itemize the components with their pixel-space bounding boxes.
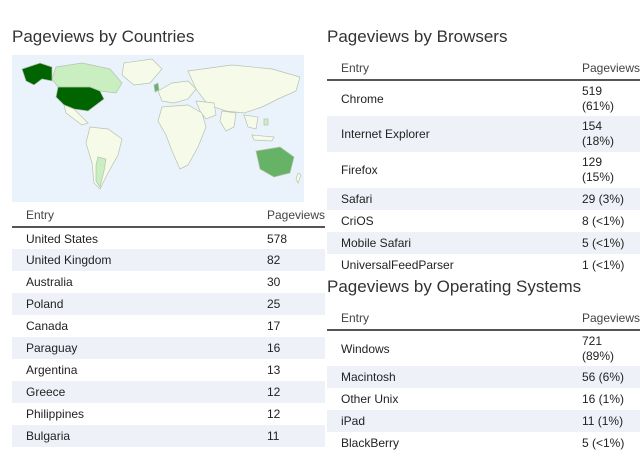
browser-name: UniversalFeedParser <box>327 254 568 276</box>
os-name: Other Unix <box>327 388 568 410</box>
table-row: Australia 30 <box>12 271 325 293</box>
browser-pageviews: 154 <box>581 119 602 133</box>
os-percent: (89%) <box>581 348 614 363</box>
browsers-title: Pageviews by Browsers <box>327 27 508 46</box>
table-row: Paraguay 16 <box>12 337 325 359</box>
table-row: Philippines 12 <box>12 403 325 425</box>
table-row: Mobile Safari 5 (<1%) <box>327 232 640 254</box>
browser-pageviews: 29 (3%) <box>567 188 640 210</box>
os-pageviews: 56 (6%) <box>567 366 640 388</box>
countries-col-pageviews[interactable]: Pageviews <box>252 207 325 228</box>
browser-pageviews: 519 <box>581 83 602 98</box>
table-row: Other Unix 16 (1%) <box>327 388 640 410</box>
browser-pageviews: 129 <box>581 155 602 169</box>
browser-pageviews: 1 (<1%) <box>567 254 640 276</box>
os-name: iPad <box>327 410 568 432</box>
browsers-table: Entry Pageviews Chrome 519 (61%) Internet… <box>327 60 640 276</box>
os-title: Pageviews by Operating Systems <box>327 277 582 296</box>
os-name: BlackBerry <box>327 432 568 454</box>
map-philippines <box>263 118 269 126</box>
country-name: United Kingdom <box>12 249 253 271</box>
country-pageviews: 578 <box>252 227 325 249</box>
browser-name: Mobile Safari <box>327 232 568 254</box>
table-row: BlackBerry 5 (<1%) <box>327 432 640 454</box>
os-name: Windows <box>327 330 568 366</box>
browser-name: Chrome <box>327 80 568 116</box>
os-table: Entry Pageviews Windows 721 (89%) Macinto… <box>327 310 640 454</box>
country-pageviews: 17 <box>252 315 325 337</box>
country-name: Argentina <box>12 359 253 381</box>
table-row: United Kingdom 82 <box>12 249 325 271</box>
country-name: Poland <box>12 293 253 315</box>
table-row: Poland 25 <box>12 293 325 315</box>
country-pageviews: 25 <box>252 293 325 315</box>
os-col-pageviews[interactable]: Pageviews <box>567 310 640 331</box>
table-row: UniversalFeedParser 1 (<1%) <box>327 254 640 276</box>
os-pageviews: 721 <box>581 333 602 348</box>
country-name: Australia <box>12 271 253 293</box>
os-name: Macintosh <box>327 366 568 388</box>
browser-name: Internet Explorer <box>327 116 568 152</box>
country-pageviews: 16 <box>252 337 325 359</box>
table-row: iPad 11 (1%) <box>327 410 640 432</box>
countries-table: Entry Pageviews United States 578 United… <box>12 207 325 447</box>
table-row: Greece 12 <box>12 381 325 403</box>
table-row: CriOS 8 (<1%) <box>327 210 640 232</box>
os-pageviews: 16 (1%) <box>567 388 640 410</box>
browser-name: Safari <box>327 188 568 210</box>
country-name: Canada <box>12 315 253 337</box>
country-pageviews: 11 <box>252 425 325 447</box>
os-pageviews: 11 (1%) <box>567 410 640 432</box>
browsers-col-pageviews[interactable]: Pageviews <box>567 60 640 81</box>
browser-name: CriOS <box>327 210 568 232</box>
table-row: Canada 17 <box>12 315 325 337</box>
table-row: Safari 29 (3%) <box>327 188 640 210</box>
browser-percent: (15%) <box>581 170 614 184</box>
table-row: Bulgaria 11 <box>12 425 325 447</box>
browser-percent: (18%) <box>581 134 614 148</box>
country-pageviews: 13 <box>252 359 325 381</box>
country-name: United States <box>12 227 253 249</box>
world-map[interactable] <box>12 55 304 202</box>
os-col-entry[interactable]: Entry <box>327 310 568 331</box>
browser-pageviews: 8 (<1%) <box>567 210 640 232</box>
browsers-col-entry[interactable]: Entry <box>327 60 568 81</box>
table-row: Firefox 129 (15%) <box>327 152 640 188</box>
table-row: Windows 721 (89%) <box>327 330 640 366</box>
os-pageviews: 5 (<1%) <box>567 432 640 454</box>
countries-title: Pageviews by Countries <box>12 27 195 46</box>
country-pageviews: 30 <box>252 271 325 293</box>
country-pageviews: 12 <box>252 381 325 403</box>
table-row: Chrome 519 (61%) <box>327 80 640 116</box>
country-name: Philippines <box>12 403 253 425</box>
country-pageviews: 12 <box>252 403 325 425</box>
countries-col-entry[interactable]: Entry <box>12 207 253 228</box>
browser-pageviews: 5 (<1%) <box>567 232 640 254</box>
country-name: Greece <box>12 381 253 403</box>
table-row: Argentina 13 <box>12 359 325 381</box>
country-name: Bulgaria <box>12 425 253 447</box>
world-map-svg <box>12 55 304 202</box>
country-name: Paraguay <box>12 337 253 359</box>
table-row: Internet Explorer 154 (18%) <box>327 116 640 152</box>
country-pageviews: 82 <box>252 249 325 271</box>
table-row: United States 578 <box>12 227 325 249</box>
browser-name: Firefox <box>327 152 568 188</box>
table-row: Macintosh 56 (6%) <box>327 366 640 388</box>
browser-percent: (61%) <box>581 98 614 113</box>
